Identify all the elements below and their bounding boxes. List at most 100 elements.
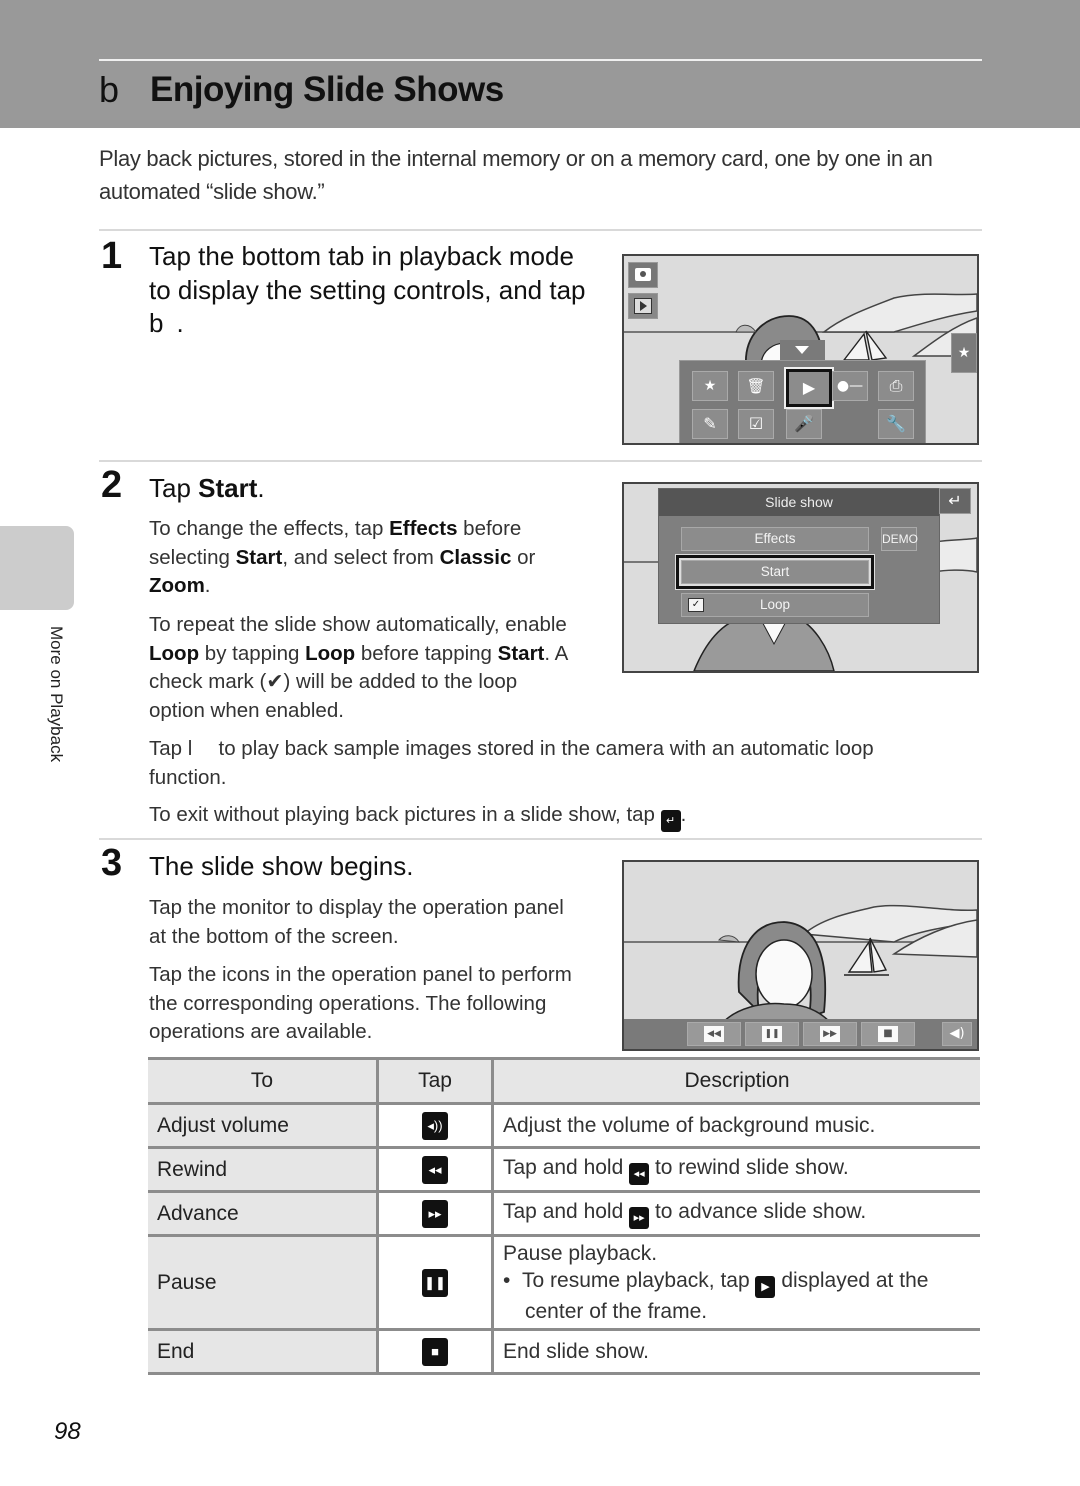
text: , and select from	[282, 545, 440, 569]
camera-mode-button[interactable]	[628, 262, 658, 288]
setup-button[interactable]: 🔧	[878, 409, 914, 439]
table-row: End ■ End slide show.	[148, 1328, 980, 1375]
operation-name: Adjust volume	[148, 1102, 378, 1149]
table-row: Pause ❚❚ Pause playback. • To resume pla…	[148, 1234, 980, 1331]
volume-icon: ◀)	[949, 1026, 965, 1041]
bullet-item: • To resume playback, tap ▶ displayed at…	[503, 1269, 929, 1323]
favorite-folder-button[interactable]: ★	[692, 371, 728, 401]
slide-show-menu-panel: Slide show Effects Start ✓ Loop DEMO	[658, 488, 940, 624]
loop-checkbox[interactable]: ✓	[688, 598, 704, 612]
operation-name: End	[148, 1328, 378, 1375]
start-button[interactable]: Start	[676, 555, 874, 589]
effects-button[interactable]: Effects	[681, 527, 869, 551]
step-1-number: 1	[101, 235, 123, 277]
play-icon	[634, 298, 652, 314]
text: by tapping	[199, 641, 306, 665]
column-header-tap: Tap	[376, 1057, 493, 1105]
protect-button[interactable]: ●—	[832, 371, 868, 401]
pause-button[interactable]: ❚❚	[745, 1022, 799, 1046]
menu-collapse-tab[interactable]	[780, 340, 825, 360]
rewind-icon: ◀◀	[704, 1026, 724, 1042]
advance-button[interactable]: ▶▶	[803, 1022, 857, 1046]
text: Pause playback.	[503, 1242, 658, 1265]
step-3-icons-paragraph: Tap the icons in the operation panel to …	[149, 963, 572, 1043]
tap-cell: ■	[376, 1328, 493, 1375]
operation-description: Tap and hold ◂◂ to rewind slide show.	[491, 1146, 980, 1193]
step-2-effects-paragraph: To change the effects, tap Effects befor…	[149, 515, 569, 601]
operation-name: Rewind	[148, 1146, 378, 1193]
text: .	[680, 803, 687, 826]
retouch-button[interactable]: ✎	[692, 409, 728, 439]
rewind-button[interactable]: ◀◀	[687, 1022, 741, 1046]
camera-icon	[635, 268, 651, 281]
chevron-down-icon	[795, 346, 809, 354]
text: to rewind slide show.	[649, 1156, 849, 1179]
slide-show-menu-title: Slide show	[659, 489, 939, 516]
table-row: Adjust volume ◂)) Adjust the volume of b…	[148, 1102, 980, 1149]
text: Tap and hold	[503, 1200, 630, 1223]
advance-icon: ▸▸	[629, 1207, 650, 1229]
page-number: 98	[54, 1418, 81, 1445]
step-2-loop-paragraph: To repeat the slide show automatically, …	[149, 611, 569, 725]
screen-slide-show-menu: Slide show Effects Start ✓ Loop DEMO ↵	[622, 482, 979, 673]
section-thumb-tab	[0, 526, 74, 610]
tap-cell: ◂))	[376, 1102, 493, 1149]
start-keyword: Start	[235, 545, 283, 569]
end-button[interactable]: ■	[861, 1022, 915, 1046]
text: To repeat the slide show automatically, …	[149, 613, 567, 636]
step-3-title: The slide show begins.	[149, 851, 414, 881]
playback-mode-button[interactable]	[628, 293, 658, 319]
text: To change the effects, tap	[149, 517, 390, 540]
step-1-title: Tap the bottom tab in playback mode to d…	[149, 241, 586, 338]
print-order-button[interactable]: ⎙	[878, 371, 914, 401]
volume-button[interactable]: ◀)	[942, 1022, 972, 1046]
step-2-number: 2	[101, 464, 123, 506]
tap-cell: ◂◂	[376, 1146, 493, 1193]
operations-table: To Tap Description Adjust volume ◂)) Adj…	[148, 1057, 980, 1375]
slide-show-button[interactable]: ▶	[784, 367, 834, 409]
divider	[99, 838, 982, 840]
step-2-title-text: Tap	[149, 473, 199, 503]
volume-icon: ◂))	[422, 1111, 448, 1140]
step-2-title-suffix: .	[257, 473, 265, 503]
operation-description: Tap and hold ▸▸ to advance slide show.	[491, 1190, 980, 1237]
rewind-icon: ◂◂	[422, 1155, 448, 1184]
loop-button[interactable]: ✓ Loop	[681, 593, 869, 617]
divider	[99, 460, 982, 462]
stop-icon: ■	[878, 1026, 898, 1042]
page-title: Enjoying Slide Shows	[150, 70, 504, 109]
tap-cell: ▸▸	[376, 1190, 493, 1237]
check-mark-icon: ✔	[266, 670, 284, 693]
favorites-side-tab[interactable]: ★	[951, 333, 977, 373]
pause-icon: ❚❚	[422, 1268, 448, 1297]
operation-description: End slide show.	[491, 1328, 980, 1375]
pause-icon: ❚❚	[762, 1026, 782, 1042]
table-row: Rewind ◂◂ Tap and hold ◂◂ to rewind slid…	[148, 1146, 980, 1193]
paint-button[interactable]: ☑	[738, 409, 774, 439]
screen-slide-show-playback: ◀◀ ❚❚ ▶▶ ■ ◀)	[622, 860, 979, 1051]
delete-button[interactable]: 🗑	[738, 371, 774, 401]
classic-keyword: Classic	[439, 545, 512, 569]
step-2-title: Tap Start.	[149, 471, 265, 505]
loop-keyword: Loop	[149, 641, 200, 665]
divider	[99, 229, 982, 231]
back-button[interactable]: ↵	[939, 488, 971, 514]
text: .	[204, 574, 211, 597]
operation-name: Pause	[148, 1234, 378, 1331]
zoom-keyword: Zoom	[149, 574, 205, 597]
settings-panel: ★ 🗑 ▶ ●— ⎙ ✎ ☑ 🎤 🔧	[679, 360, 926, 443]
start-keyword: Start	[497, 641, 545, 665]
table-header-row: To Tap Description	[148, 1057, 980, 1105]
column-header-description: Description	[491, 1057, 980, 1105]
voice-memo-button[interactable]: 🎤	[786, 409, 822, 439]
table-row: Advance ▸▸ Tap and hold ▸▸ to advance sl…	[148, 1190, 980, 1237]
text: To resume playback, tap	[522, 1269, 756, 1292]
demo-button[interactable]: DEMO	[881, 527, 918, 551]
header-rule	[99, 59, 982, 61]
operation-description: Adjust the volume of background music.	[491, 1102, 980, 1149]
operation-description: Pause playback. • To resume playback, ta…	[491, 1234, 980, 1331]
column-header-to: To	[148, 1057, 378, 1105]
text: To exit without playing back pictures in…	[149, 803, 661, 826]
section-label: More on Playback	[47, 626, 66, 763]
start-keyword: Start	[198, 473, 258, 503]
